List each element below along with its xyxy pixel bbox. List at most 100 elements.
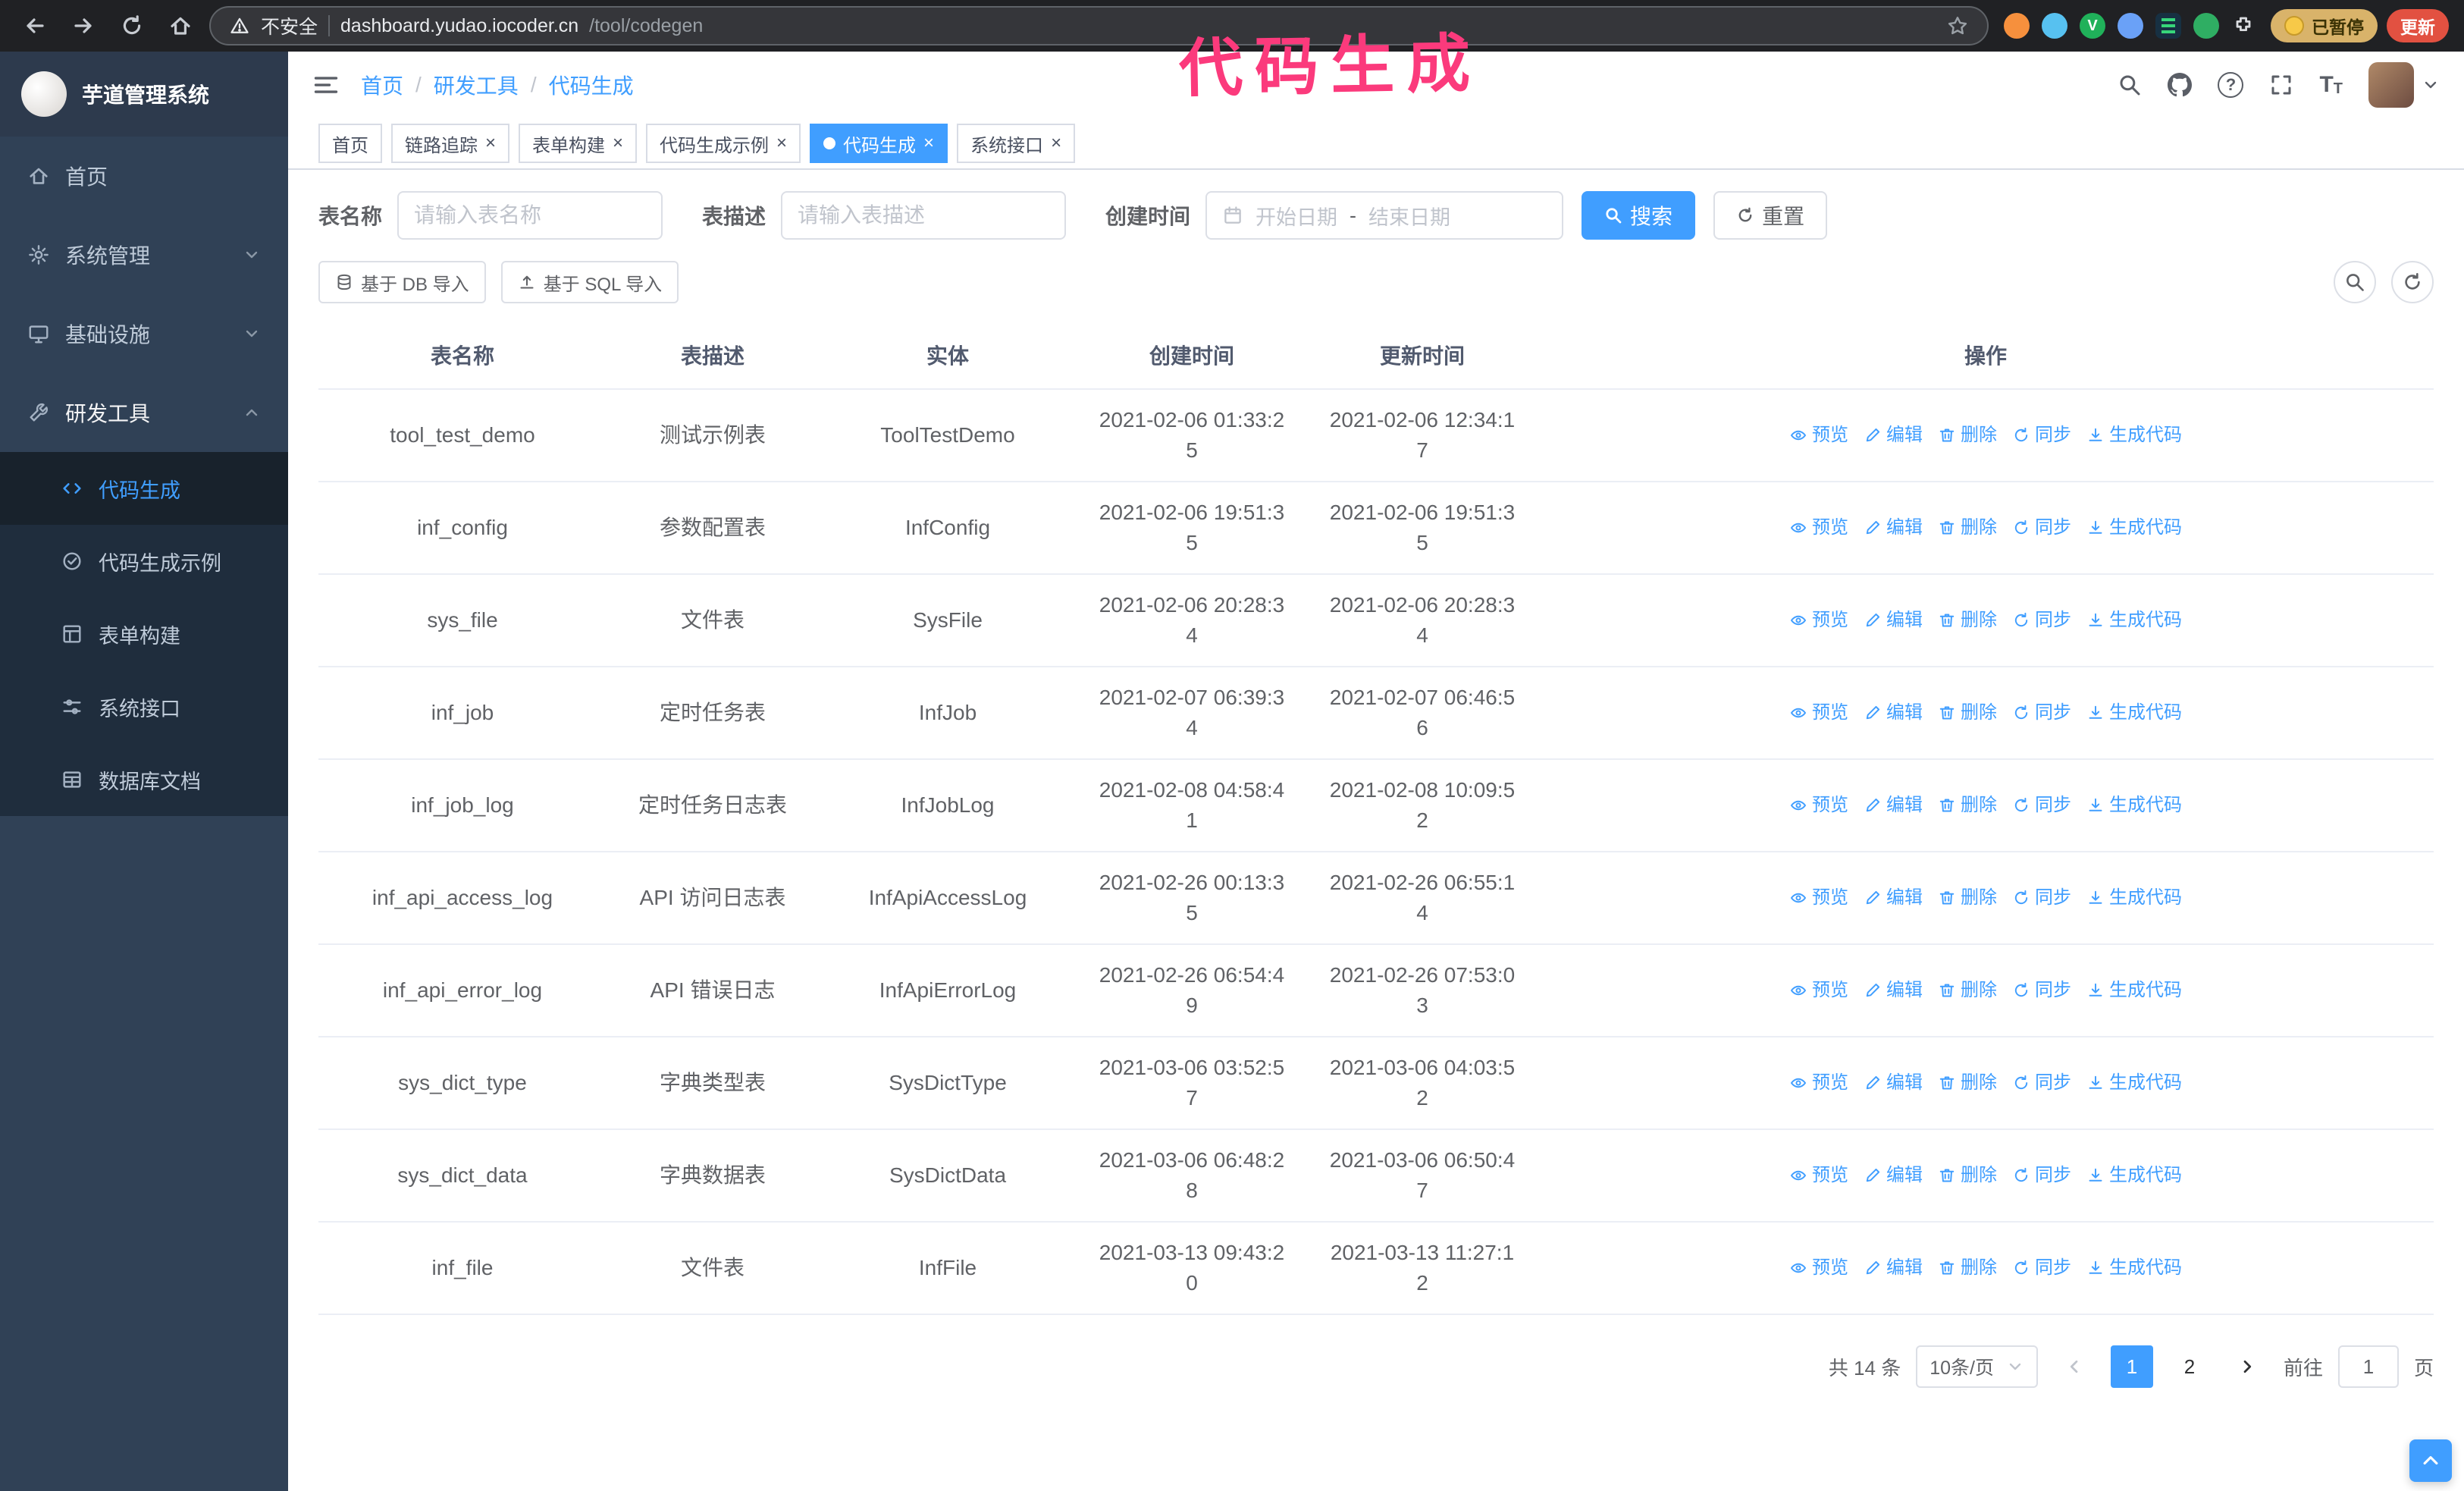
- generate-code-link[interactable]: 生成代码: [2086, 1160, 2182, 1191]
- preview-link[interactable]: 预览: [1789, 605, 1848, 636]
- table-name-input[interactable]: [397, 191, 663, 240]
- sync-link[interactable]: 同步: [2012, 1160, 2071, 1191]
- edit-link[interactable]: 编辑: [1864, 420, 1923, 450]
- jump-page-input[interactable]: [2337, 1345, 2399, 1388]
- extension-icon-orange[interactable]: [2004, 13, 2030, 39]
- sync-link[interactable]: 同步: [2012, 605, 2071, 636]
- sidebar-item-codegen-example[interactable]: 代码生成示例: [0, 525, 288, 598]
- delete-link[interactable]: 删除: [1938, 513, 1997, 543]
- generate-code-link[interactable]: 生成代码: [2086, 513, 2182, 543]
- delete-link[interactable]: 删除: [1938, 790, 1997, 821]
- user-avatar[interactable]: [2368, 62, 2440, 108]
- sync-link[interactable]: 同步: [2012, 790, 2071, 821]
- extension-icon-drop[interactable]: [2042, 13, 2067, 39]
- github-icon[interactable]: [2168, 73, 2193, 97]
- date-range-picker[interactable]: 开始日期 - 结束日期: [1205, 191, 1564, 240]
- puzzle-icon[interactable]: [2231, 14, 2256, 38]
- delete-link[interactable]: 删除: [1938, 1068, 1997, 1098]
- delete-link[interactable]: 删除: [1938, 883, 1997, 913]
- sidebar-item-infra[interactable]: 基础设施: [0, 294, 288, 373]
- extension-icon-terminal[interactable]: [2155, 13, 2181, 39]
- tab-trace[interactable]: 链路追踪 ×: [391, 124, 510, 163]
- reload-icon[interactable]: [112, 6, 152, 46]
- generate-code-link[interactable]: 生成代码: [2086, 1253, 2182, 1283]
- sidebar-item-home[interactable]: 首页: [0, 137, 288, 215]
- sidebar-item-system[interactable]: 系统管理: [0, 215, 288, 294]
- delete-link[interactable]: 删除: [1938, 1253, 1997, 1283]
- breadcrumb-home[interactable]: 首页: [361, 70, 403, 100]
- generate-code-link[interactable]: 生成代码: [2086, 883, 2182, 913]
- page-number-2[interactable]: 2: [2168, 1345, 2211, 1388]
- preview-link[interactable]: 预览: [1789, 420, 1848, 450]
- import-sql-button[interactable]: 基于 SQL 导入: [500, 261, 679, 303]
- next-page-button[interactable]: [2226, 1345, 2268, 1388]
- reset-button[interactable]: 重置: [1713, 191, 1828, 240]
- search-button[interactable]: 搜索: [1582, 191, 1696, 240]
- preview-link[interactable]: 预览: [1789, 975, 1848, 1006]
- search-icon[interactable]: [2118, 73, 2142, 97]
- preview-link[interactable]: 预览: [1789, 513, 1848, 543]
- sync-link[interactable]: 同步: [2012, 698, 2071, 728]
- delete-link[interactable]: 删除: [1938, 975, 1997, 1006]
- generate-code-link[interactable]: 生成代码: [2086, 698, 2182, 728]
- preview-link[interactable]: 预览: [1789, 1160, 1848, 1191]
- tab-api[interactable]: 系统接口 ×: [957, 124, 1076, 163]
- close-tab-icon[interactable]: ×: [1051, 134, 1061, 152]
- page-size-select[interactable]: 10条/页: [1916, 1345, 2038, 1388]
- close-tab-icon[interactable]: ×: [923, 134, 934, 152]
- generate-code-link[interactable]: 生成代码: [2086, 1068, 2182, 1098]
- close-tab-icon[interactable]: ×: [485, 134, 496, 152]
- font-size-icon[interactable]: TT: [2319, 72, 2343, 98]
- extension-icon-plant[interactable]: [2193, 13, 2219, 39]
- preview-link[interactable]: 预览: [1789, 790, 1848, 821]
- preview-link[interactable]: 预览: [1789, 1253, 1848, 1283]
- app-logo[interactable]: 芋道管理系统: [0, 52, 288, 137]
- edit-link[interactable]: 编辑: [1864, 883, 1923, 913]
- edit-link[interactable]: 编辑: [1864, 698, 1923, 728]
- tab-codegen-example[interactable]: 代码生成示例 ×: [646, 124, 801, 163]
- sidebar-item-devtools[interactable]: 研发工具: [0, 373, 288, 452]
- back-to-top-button[interactable]: [2409, 1439, 2452, 1482]
- sync-link[interactable]: 同步: [2012, 1253, 2071, 1283]
- sidebar-item-db-doc[interactable]: 数据库文档: [0, 743, 288, 816]
- delete-link[interactable]: 删除: [1938, 1160, 1997, 1191]
- edit-link[interactable]: 编辑: [1864, 513, 1923, 543]
- delete-link[interactable]: 删除: [1938, 698, 1997, 728]
- close-tab-icon[interactable]: ×: [613, 134, 623, 152]
- edit-link[interactable]: 编辑: [1864, 605, 1923, 636]
- toggle-search-button[interactable]: [2334, 261, 2376, 303]
- extension-icon-people[interactable]: [2118, 13, 2143, 39]
- preview-link[interactable]: 预览: [1789, 1068, 1848, 1098]
- generate-code-link[interactable]: 生成代码: [2086, 790, 2182, 821]
- page-number-1[interactable]: 1: [2110, 1345, 2153, 1388]
- tab-codegen[interactable]: 代码生成 ×: [810, 124, 948, 163]
- prev-page-button[interactable]: [2053, 1345, 2096, 1388]
- edit-link[interactable]: 编辑: [1864, 1068, 1923, 1098]
- address-bar[interactable]: 不安全 dashboard.yudao.iocoder.cn /tool/cod…: [209, 6, 1989, 46]
- hamburger-icon[interactable]: [312, 71, 340, 99]
- tab-form-builder[interactable]: 表单构建 ×: [519, 124, 638, 163]
- sync-link[interactable]: 同步: [2012, 883, 2071, 913]
- extension-icon-green-v[interactable]: V: [2080, 13, 2105, 39]
- refresh-table-button[interactable]: [2391, 261, 2434, 303]
- forward-icon[interactable]: [64, 6, 103, 46]
- edit-link[interactable]: 编辑: [1864, 1160, 1923, 1191]
- bookmark-star-icon[interactable]: [1946, 14, 1969, 37]
- tab-home[interactable]: 首页: [318, 124, 382, 163]
- home-icon[interactable]: [161, 6, 200, 46]
- edit-link[interactable]: 编辑: [1864, 1253, 1923, 1283]
- fullscreen-icon[interactable]: [2269, 73, 2293, 97]
- preview-link[interactable]: 预览: [1789, 883, 1848, 913]
- delete-link[interactable]: 删除: [1938, 605, 1997, 636]
- edit-link[interactable]: 编辑: [1864, 790, 1923, 821]
- sidebar-item-api[interactable]: 系统接口: [0, 670, 288, 743]
- sync-link[interactable]: 同步: [2012, 513, 2071, 543]
- edit-link[interactable]: 编辑: [1864, 975, 1923, 1006]
- back-icon[interactable]: [15, 6, 55, 46]
- close-tab-icon[interactable]: ×: [776, 134, 787, 152]
- preview-link[interactable]: 预览: [1789, 698, 1848, 728]
- generate-code-link[interactable]: 生成代码: [2086, 420, 2182, 450]
- help-icon[interactable]: ?: [2218, 72, 2244, 98]
- sync-link[interactable]: 同步: [2012, 1068, 2071, 1098]
- paused-badge[interactable]: 已暂停: [2271, 9, 2378, 42]
